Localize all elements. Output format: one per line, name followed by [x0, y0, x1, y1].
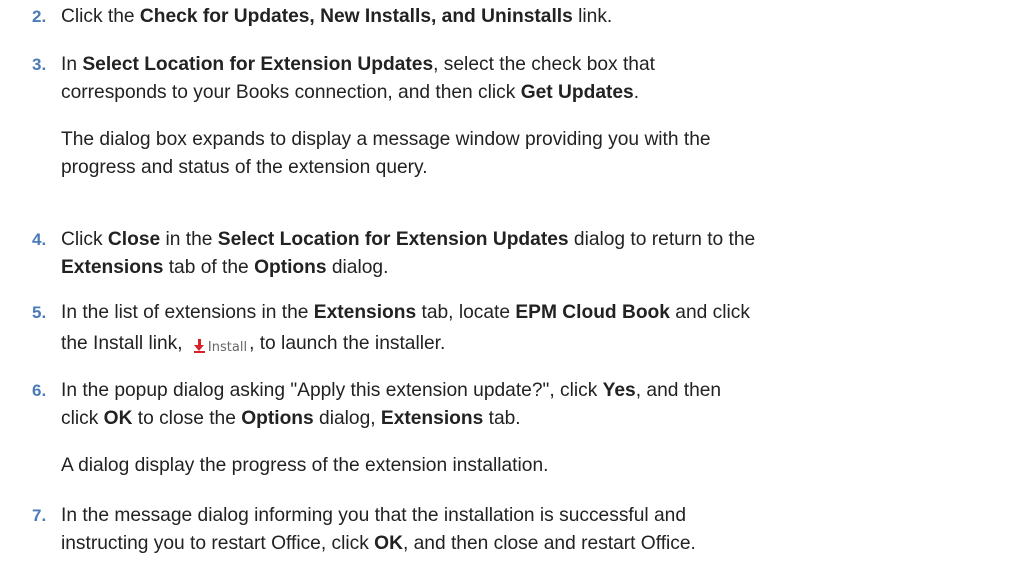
- install-link[interactable]: Install: [193, 339, 248, 356]
- step-text: In Select Location for Extension Updates…: [61, 54, 655, 75]
- install-link-label: Install: [207, 340, 248, 355]
- ui-term: Select Location for Extension Updates: [82, 54, 434, 75]
- step-text: In the list of extensions in the Extensi…: [61, 302, 750, 323]
- step-number: 2.: [32, 7, 47, 26]
- ui-term: Close: [107, 229, 161, 250]
- ui-term: Extensions: [380, 408, 484, 429]
- download-arrow-icon: [193, 339, 205, 353]
- ui-term: Yes: [602, 380, 636, 401]
- step-text: In the popup dialog asking "Apply this e…: [61, 380, 722, 401]
- step-text: corresponds to your Books connection, an…: [61, 82, 640, 103]
- ui-term: Options: [254, 257, 327, 278]
- step-text: click OK to close the Options dialog, Ex…: [61, 408, 521, 429]
- step-note: A dialog display the progress of the ext…: [61, 455, 549, 476]
- ui-term: EPM Cloud Book: [515, 302, 670, 323]
- step-number: 3.: [32, 55, 47, 74]
- instructions-document: 2. Click the Check for Updates, New Inst…: [0, 0, 1027, 576]
- step-number: 5.: [32, 303, 47, 322]
- step-number: 6.: [32, 381, 47, 400]
- ui-term: Extensions: [61, 257, 164, 278]
- ui-term: OK: [374, 533, 403, 554]
- step-text: Click Close in the Select Location for E…: [61, 229, 756, 250]
- ui-term: Options: [241, 408, 314, 429]
- step-note: The dialog box expands to display a mess…: [61, 129, 711, 150]
- step-text: Click the Check for Updates, New Install…: [61, 6, 613, 27]
- step-note: progress and status of the extension que…: [61, 157, 428, 178]
- ui-term: Select Location for Extension Updates: [217, 229, 569, 250]
- step-number: 7.: [32, 506, 47, 525]
- step-text: Extensions tab of the Options dialog.: [61, 257, 389, 278]
- step-text: the Install link, Install, to launch the…: [61, 333, 446, 356]
- ui-term: Extensions: [313, 302, 417, 323]
- step-text: In the message dialog informing you that…: [61, 505, 687, 526]
- step-text: instructing you to restart Office, click…: [61, 533, 696, 554]
- ui-term: Get Updates: [520, 82, 634, 103]
- ui-term: OK: [103, 408, 133, 429]
- ui-term: Check for Updates, New Installs, and Uni…: [139, 6, 573, 27]
- step-number: 4.: [32, 230, 47, 249]
